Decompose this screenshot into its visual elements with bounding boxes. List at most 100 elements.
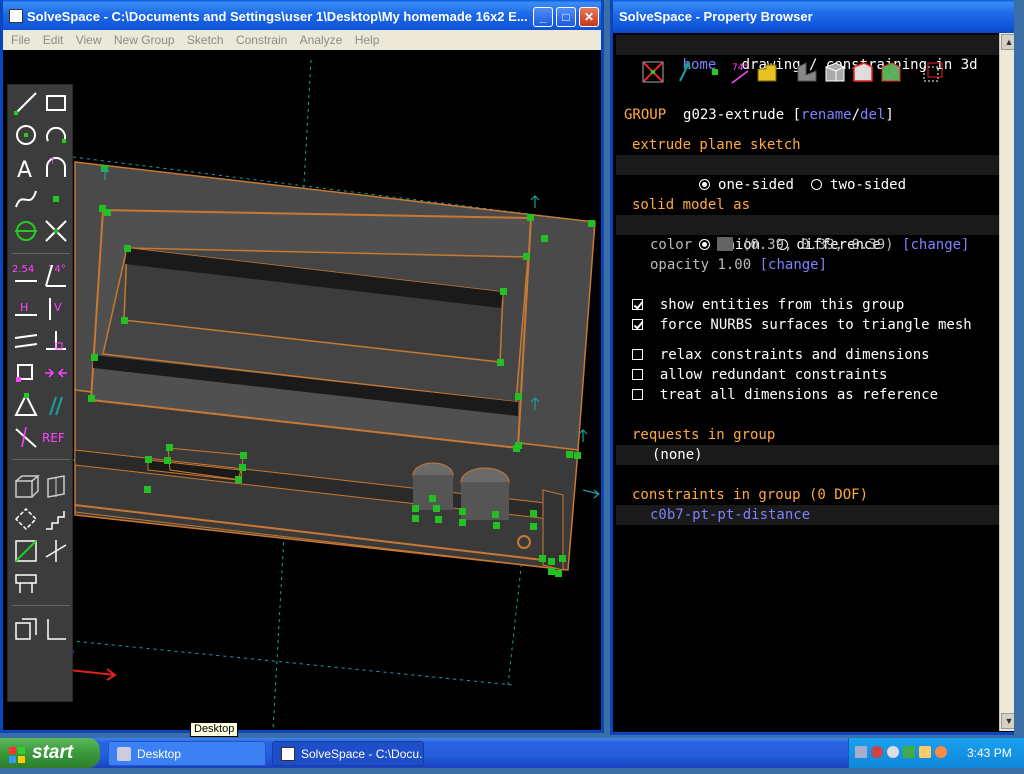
menu-help[interactable]: Help (355, 30, 380, 47)
opacity-change-link[interactable]: [change] (760, 257, 827, 273)
show-shaded-icon[interactable] (794, 59, 820, 85)
task-solvespace[interactable]: SolveSpace - C:\Docu... (272, 741, 424, 766)
show-entities-checkbox[interactable] (632, 299, 643, 310)
property-browser-title: SolveSpace - Property Browser (619, 9, 813, 24)
arc-tool-icon[interactable] (42, 121, 70, 149)
distance-dimension-icon[interactable]: 2.54 (12, 261, 40, 289)
menu-file[interactable]: File (11, 30, 30, 47)
angle-dimension-icon[interactable]: 74° (42, 261, 70, 289)
show-normals-icon[interactable] (672, 59, 698, 85)
allow-redundant-label: allow redundant constraints (659, 367, 888, 383)
same-orientation-icon[interactable] (42, 391, 70, 419)
show-edges-icon[interactable] (822, 59, 848, 85)
show-points-icon[interactable] (702, 59, 728, 85)
user-icon[interactable] (919, 746, 931, 758)
constraint-link[interactable]: c0b7-pt-pt-distance (616, 507, 810, 523)
ref-label: REF (42, 431, 65, 445)
rectangle-tool-icon[interactable] (42, 89, 70, 117)
color-change-link[interactable]: [change] (902, 237, 969, 253)
tangent-arc-icon[interactable]: T (42, 153, 70, 181)
bezier-tool-icon[interactable] (12, 185, 40, 213)
opacity-value: 1.00 (717, 257, 752, 273)
point-tool-icon[interactable] (42, 185, 70, 213)
update-icon[interactable] (903, 746, 915, 758)
relax-checkbox[interactable] (632, 349, 643, 360)
text-tool-icon[interactable]: A (12, 153, 40, 183)
workplane-3d-icon[interactable] (12, 473, 41, 501)
one-sided-radio[interactable] (698, 179, 710, 190)
nearest-iso-icon[interactable] (12, 615, 40, 643)
delete-link[interactable]: del (860, 107, 885, 123)
show-mesh-icon[interactable] (878, 59, 904, 85)
toolbar-divider (12, 253, 70, 254)
requests-header: requests in group (632, 427, 776, 443)
show-hidden-lines-icon[interactable] (920, 59, 946, 85)
start-button[interactable]: start (0, 738, 100, 768)
solid-header-line: solid model as (616, 195, 999, 215)
show-faces-icon[interactable] (754, 59, 780, 85)
equal-length-icon[interactable] (12, 391, 40, 419)
workplane-2d-icon[interactable] (42, 473, 70, 501)
show-entities-row[interactable]: show entities from this group (616, 295, 999, 315)
circle-tool-icon[interactable] (12, 121, 40, 149)
nearest-ortho-icon[interactable] (42, 615, 70, 643)
network-icon[interactable] (855, 746, 867, 758)
close-button[interactable]: ✕ (579, 7, 599, 27)
volume-icon[interactable] (887, 746, 899, 758)
perpendicular-constraint-icon[interactable] (42, 327, 70, 355)
main-window: SolveSpace - C:\Documents and Settings\u… (0, 0, 604, 733)
extrude-icon[interactable] (12, 505, 40, 533)
vertical-constraint-icon[interactable]: V (42, 295, 70, 323)
other-supplementary-icon[interactable] (12, 423, 40, 451)
show-outlines-icon[interactable] (850, 59, 876, 85)
lathe-icon[interactable] (42, 537, 70, 565)
symmetric-constraint-icon[interactable] (42, 359, 70, 387)
force-nurbs-checkbox[interactable] (632, 319, 643, 330)
rename-link[interactable]: rename (801, 107, 852, 123)
menu-edit[interactable]: Edit (43, 30, 64, 47)
horizontal-constraint-icon[interactable]: H (12, 295, 40, 323)
reference-toggle-icon[interactable]: REF (42, 423, 70, 451)
task-desktop[interactable]: Desktop (108, 741, 266, 766)
solid-header: solid model as (632, 197, 751, 213)
clock[interactable]: 3:43 PM (967, 746, 1012, 760)
relax-row[interactable]: relax constraints and dimensions (616, 345, 999, 365)
menu-sketch[interactable]: Sketch (187, 30, 224, 47)
3d-viewport[interactable] (3, 50, 601, 730)
treat-ref-checkbox[interactable] (632, 389, 643, 400)
allow-redundant-row[interactable]: allow redundant constraints (616, 365, 999, 385)
sketch-in-plane-icon[interactable] (12, 537, 40, 565)
menu-view[interactable]: View (76, 30, 102, 47)
parallel-constraint-icon[interactable] (12, 327, 40, 355)
one-sided-option[interactable]: one-sided (667, 177, 794, 193)
color-label: color (650, 237, 693, 253)
model-canvas[interactable] (3, 50, 601, 730)
menu-constrain[interactable]: Constrain (236, 30, 287, 47)
line-tool-icon[interactable] (12, 89, 40, 117)
import-linked-icon[interactable] (12, 569, 40, 597)
force-nurbs-row[interactable]: force NURBS surfaces to triangle mesh (616, 315, 999, 335)
property-browser-titlebar[interactable]: SolveSpace - Property Browser (613, 0, 1017, 33)
security-icon[interactable] (871, 746, 883, 758)
point-on-entity-icon[interactable] (12, 359, 40, 387)
maximize-button[interactable]: □ (556, 7, 576, 27)
step-translate-icon[interactable] (42, 505, 70, 533)
two-sided-radio[interactable] (810, 179, 822, 190)
sketch-toolbar: A T 2.54 74° H V REF (7, 84, 73, 702)
split-curves-icon[interactable] (42, 217, 70, 245)
allow-redundant-checkbox[interactable] (632, 369, 643, 380)
treat-ref-row[interactable]: treat all dimensions as reference (616, 385, 999, 405)
show-workplanes-icon[interactable] (640, 59, 666, 85)
windows-flag-icon (8, 744, 26, 763)
show-constraints-icon[interactable]: 74° (728, 59, 754, 85)
minimize-button[interactable]: _ (533, 7, 553, 27)
constraints-header: constraints in group (0 DOF) (632, 487, 869, 503)
main-window-titlebar[interactable]: SolveSpace - C:\Documents and Settings\u… (3, 0, 601, 33)
desktop-task-icon (117, 747, 131, 761)
visibility-icon-bar: 74° (630, 59, 990, 89)
shield-icon[interactable] (935, 746, 947, 758)
construction-icon[interactable] (12, 217, 40, 245)
menu-new-group[interactable]: New Group (114, 30, 175, 47)
two-sided-option[interactable]: two-sided (810, 177, 906, 193)
menu-analyze[interactable]: Analyze (300, 30, 343, 47)
